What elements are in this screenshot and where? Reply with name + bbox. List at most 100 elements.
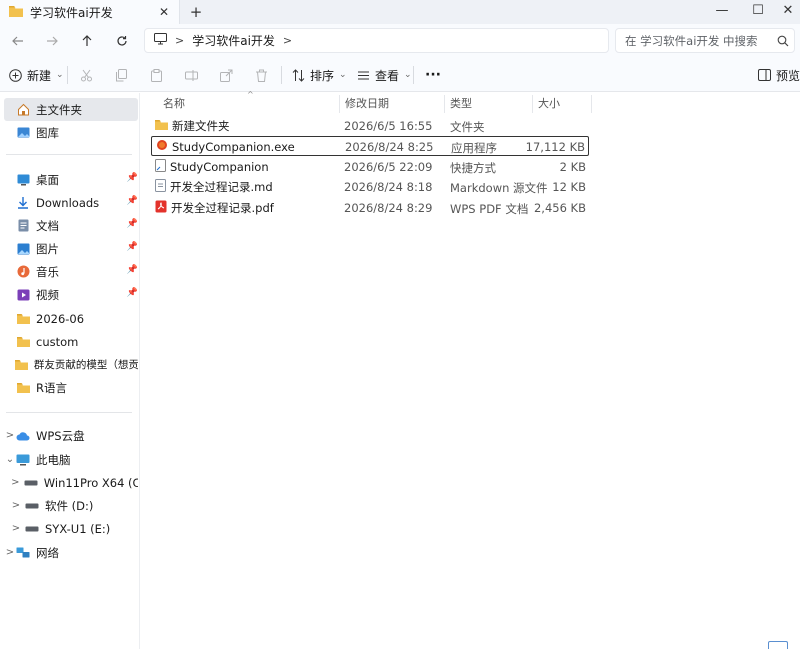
column-divider[interactable] <box>591 95 592 113</box>
chevron-right-icon[interactable]: > <box>283 34 292 47</box>
up-button[interactable] <box>75 30 99 52</box>
pin-icon[interactable]: 📌 <box>127 288 138 298</box>
file-name[interactable]: 新建文件夹 <box>172 118 230 134</box>
sidebar-item-downloads[interactable]: Downloads 📌 <box>4 191 138 214</box>
paste-button[interactable] <box>150 63 163 87</box>
chevron-right-icon[interactable]: > <box>4 430 16 441</box>
sidebar-item-pictures[interactable]: 图片 📌 <box>4 237 138 260</box>
search-icon[interactable] <box>772 35 794 47</box>
column-header-size[interactable]: 大小 <box>533 93 591 113</box>
arrow-left-icon <box>12 36 23 46</box>
chevron-right-icon[interactable]: > <box>175 34 184 47</box>
sidebar-item-label: 主文件夹 <box>36 102 82 117</box>
file-row[interactable]: StudyCompanion 2026/6/5 22:09 快捷方式 2 KB <box>151 157 589 177</box>
pdf-file-icon <box>155 200 167 216</box>
maximize-button[interactable]: ☐ <box>740 0 776 24</box>
toolbar-divider <box>413 66 414 84</box>
sidebar-item-network[interactable]: > 网络 <box>4 541 138 564</box>
sidebar-item-folder-models[interactable]: 群友贡献的模型（想贡献 <box>4 353 138 376</box>
sidebar-item-label: 图片 <box>36 241 59 256</box>
folder-icon <box>14 358 28 372</box>
sidebar-item-label: SYX-U1 (E:) <box>45 521 111 536</box>
file-row[interactable]: 新建文件夹 2026/6/5 16:55 文件夹 <box>151 116 589 136</box>
cut-button[interactable] <box>80 63 93 87</box>
sort-button[interactable]: 排序 ⌄ <box>292 63 347 87</box>
sidebar-item-label: 音乐 <box>36 264 59 279</box>
sidebar-item-drive-c[interactable]: > Win11Pro X64 (C:) <box>10 471 138 494</box>
column-header-type[interactable]: 类型 <box>445 93 532 113</box>
search-input[interactable]: 在 学习软件ai开发 中搜索 <box>615 28 795 53</box>
sidebar-item-drive-e[interactable]: > SYX-U1 (E:) <box>10 517 138 540</box>
sidebar-item-desktop[interactable]: 桌面 📌 <box>4 168 138 191</box>
pin-icon[interactable]: 📌 <box>127 196 138 206</box>
file-row[interactable]: 开发全过程记录.md 2026/8/24 8:18 Markdown 源文件 1… <box>151 177 589 197</box>
sidebar-item-folder-r[interactable]: R语言 <box>4 376 138 399</box>
share-button[interactable] <box>220 63 233 87</box>
sidebar-item-label: Downloads <box>36 195 100 210</box>
picture-icon <box>16 242 30 256</box>
file-row[interactable]: StudyCompanion.exe 2026/8/24 8:25 应用程序 1… <box>151 136 589 156</box>
chevron-down-icon: ⌄ <box>339 70 347 80</box>
sidebar-item-documents[interactable]: 文档 📌 <box>4 214 138 237</box>
address-bar[interactable]: > 学习软件ai开发 > <box>144 28 609 53</box>
view-button[interactable]: 查看 ⌄ <box>357 63 412 87</box>
window-close-button[interactable]: ✕ <box>776 0 800 24</box>
sidebar-item-wps-cloud[interactable]: > WPS云盘 <box>4 424 138 447</box>
sidebar-item-gallery[interactable]: 图库 <box>4 121 138 144</box>
sidebar-item-drive-d[interactable]: > 软件 (D:) <box>10 494 138 517</box>
sidebar-item-label: R语言 <box>36 380 67 395</box>
details-view-button[interactable] <box>768 641 788 649</box>
view-list-icon <box>358 71 369 79</box>
preview-button[interactable]: 预览 <box>758 63 800 87</box>
monitor-icon[interactable] <box>154 33 167 48</box>
sidebar-item-label: 桌面 <box>36 172 59 187</box>
chevron-down-icon[interactable]: ⌄ <box>4 454 16 465</box>
tab-title: 学习软件ai开发 <box>30 5 113 20</box>
copy-button[interactable] <box>115 63 128 87</box>
column-header-modified[interactable]: 修改日期 <box>340 93 444 113</box>
chevron-right-icon[interactable]: > <box>10 477 21 488</box>
app-icon <box>156 139 168 154</box>
pin-icon[interactable]: 📌 <box>127 242 138 252</box>
file-name[interactable]: StudyCompanion <box>170 160 269 174</box>
chevron-right-icon[interactable]: > <box>4 547 16 558</box>
more-options-button[interactable]: ··· <box>425 63 441 87</box>
folder-icon <box>9 5 23 20</box>
rename-button[interactable] <box>185 63 198 87</box>
chevron-right-icon[interactable]: > <box>10 523 22 534</box>
sidebar-item-home[interactable]: 主文件夹 <box>4 98 138 121</box>
pin-icon[interactable]: 📌 <box>127 173 138 183</box>
tab-close-icon[interactable]: ✕ <box>156 4 172 20</box>
chevron-down-icon: ⌄ <box>404 70 412 80</box>
toolbar-divider <box>281 66 282 84</box>
file-row[interactable]: 开发全过程记录.pdf 2026/8/24 8:29 WPS PDF 文档 2,… <box>151 198 589 218</box>
drive-icon <box>25 522 39 536</box>
share-icon <box>220 69 233 82</box>
file-name[interactable]: StudyCompanion.exe <box>172 140 295 154</box>
minimize-button[interactable]: — <box>704 0 740 24</box>
forward-button[interactable] <box>40 30 64 52</box>
file-name[interactable]: 开发全过程记录.md <box>170 179 273 195</box>
sidebar-item-folder-2026-06[interactable]: 2026-06 <box>4 307 138 330</box>
tab-current-folder[interactable]: 学习软件ai开发 ✕ <box>0 0 180 24</box>
chevron-right-icon[interactable]: > <box>10 500 22 511</box>
column-header-name[interactable]: 名称 <box>158 93 339 113</box>
home-icon <box>16 103 30 117</box>
sort-button-label: 排序 <box>310 68 335 83</box>
file-name[interactable]: 开发全过程记录.pdf <box>171 200 274 216</box>
back-button[interactable] <box>6 30 30 52</box>
pin-icon[interactable]: 📌 <box>127 265 138 275</box>
pin-icon[interactable]: 📌 <box>127 219 138 229</box>
sidebar-item-this-pc[interactable]: ⌄ 此电脑 <box>4 448 138 471</box>
new-tab-button[interactable]: + <box>187 3 205 21</box>
title-bar: 学习软件ai开发 ✕ + — ☐ ✕ <box>0 0 800 24</box>
delete-button[interactable] <box>255 63 268 87</box>
folder-icon <box>16 335 30 349</box>
sidebar-item-folder-custom[interactable]: custom <box>4 330 138 353</box>
refresh-button[interactable] <box>110 30 134 52</box>
breadcrumb-current[interactable]: 学习软件ai开发 <box>192 32 275 49</box>
sidebar-item-videos[interactable]: 视频 📌 <box>4 283 138 306</box>
new-button[interactable]: 新建 ⌄ <box>9 63 64 87</box>
sidebar-item-music[interactable]: 音乐 📌 <box>4 260 138 283</box>
refresh-icon <box>117 36 127 46</box>
